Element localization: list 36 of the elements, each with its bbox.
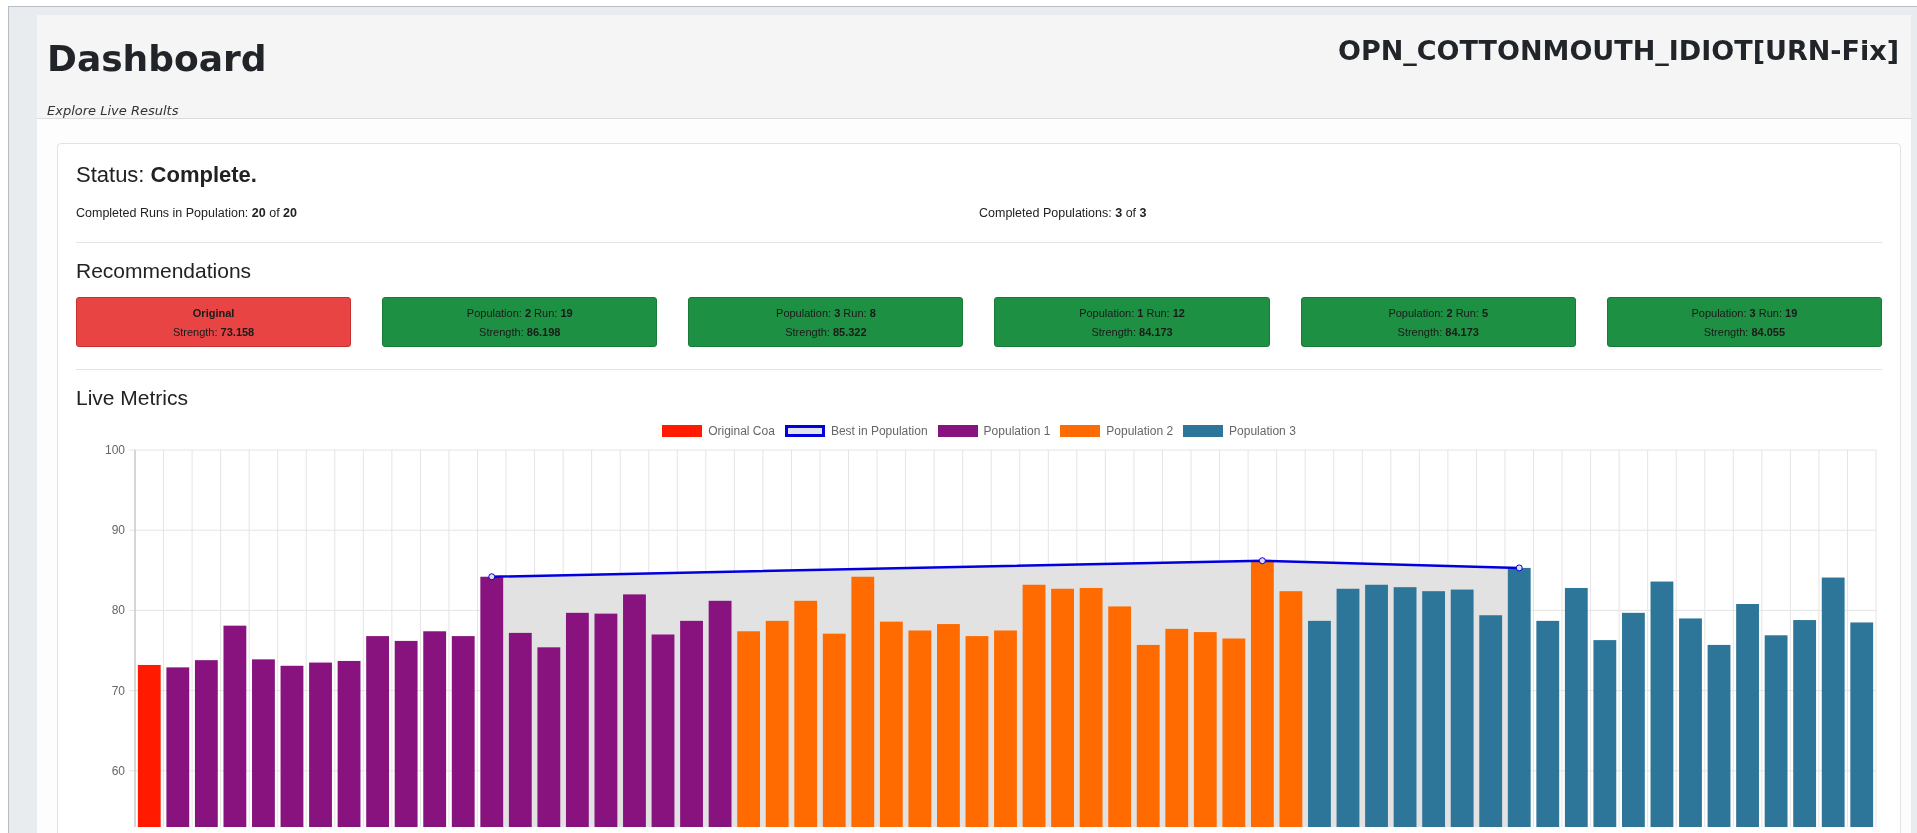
- y-axis-label: 60: [111, 763, 125, 778]
- recommendation-card[interactable]: Population: 3 Run: 19 Strength: 84.055: [1606, 297, 1882, 347]
- run-name: OPN_COTTONMOUTH_IDIOT[URN-Fix]: [1337, 35, 1899, 68]
- legend-item[interactable]: Population 2: [1060, 424, 1174, 438]
- y-axis-label: 70: [111, 683, 125, 698]
- section-heading: Live Metrics: [76, 386, 190, 410]
- recommendation-strength: Strength: 84.173: [1397, 325, 1479, 338]
- legend-item[interactable]: Population 3: [1183, 424, 1296, 438]
- recommendation-strength: Strength: 86.198: [479, 325, 561, 338]
- recommendation-card[interactable]: Original Strength: 73.158: [76, 297, 352, 347]
- recommendation-strength: Strength: 73.158: [172, 325, 255, 338]
- y-axis-label: 100: [104, 443, 125, 457]
- completed-populations-text: Completed Populations: 3 of 3: [979, 206, 1148, 220]
- y-axis-label: 90: [111, 523, 125, 538]
- recommendation-card[interactable]: Population: 2 Run: 5 Strength: 84.173: [1300, 297, 1576, 347]
- recommendation-card[interactable]: Population: 3 Run: 8 Strength: 85.322: [688, 297, 964, 347]
- recommendation-title: Population: 3 Run: 19: [1691, 306, 1798, 319]
- recommendation-title: Population: 2 Run: 5: [1388, 306, 1489, 319]
- recommendation-title: Population: 1 Run: 12: [1079, 306, 1185, 319]
- legend-item[interactable]: Original Coa: [662, 424, 775, 438]
- page-subtitle: Explore Live Results: [47, 103, 180, 118]
- legend-item[interactable]: Population 1: [937, 424, 1051, 438]
- recommendation-strength: Strength: 84.055: [1703, 325, 1786, 338]
- recommendation-title: Original: [192, 306, 235, 319]
- legend-item[interactable]: Best in Population: [784, 424, 928, 438]
- recommendation-card[interactable]: Population: 2 Run: 19 Strength: 86.198: [382, 297, 658, 347]
- page-title: Dashboard: [47, 37, 267, 81]
- completed-runs-text: Completed Runs in Population: 20 of 20: [76, 206, 298, 220]
- recommendation-card[interactable]: Population: 1 Run: 12 Strength: 84.173: [994, 297, 1270, 347]
- recommendation-strength: Strength: 85.322: [785, 325, 867, 338]
- recommendation-title: Population: 2 Run: 19: [466, 306, 573, 319]
- section-heading: Recommendations: [76, 259, 253, 283]
- recommendation-title: Population: 3 Run: 8: [776, 306, 876, 319]
- recommendation-strength: Strength: 84.173: [1091, 325, 1173, 338]
- status-heading: Status: Complete.: [76, 162, 258, 188]
- y-axis-label: 80: [111, 603, 125, 618]
